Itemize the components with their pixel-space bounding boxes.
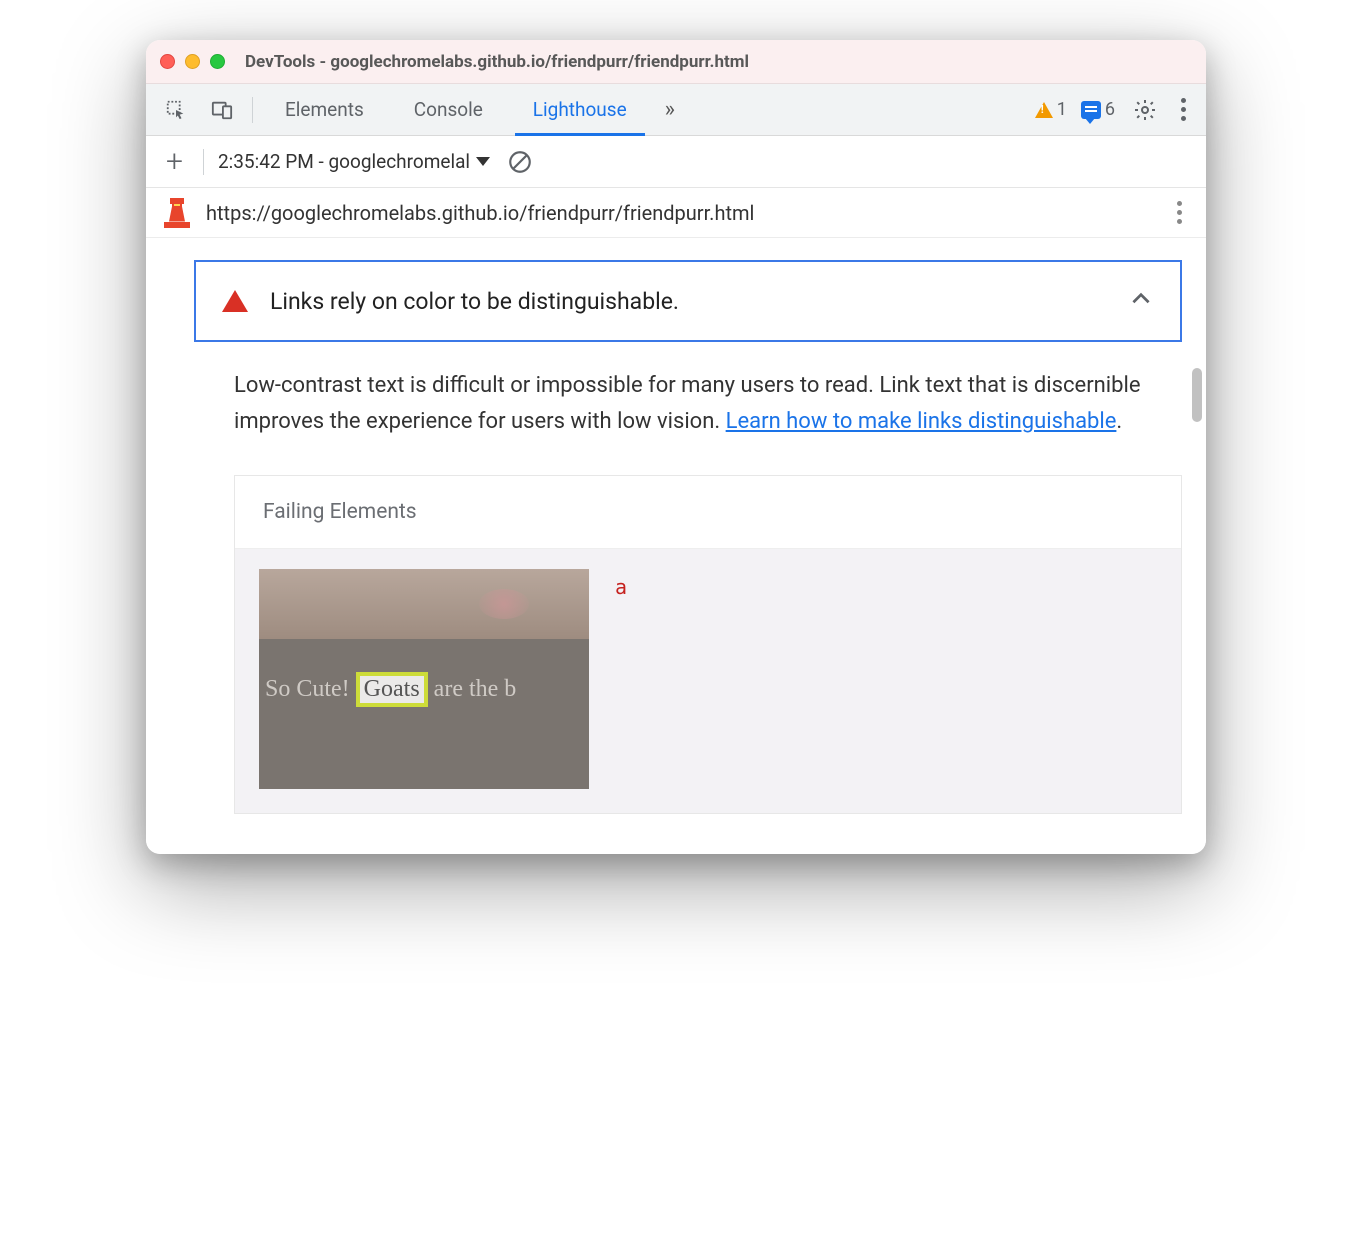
report-label: 2:35:42 PM - googlechromelal [218, 150, 470, 173]
window-title: DevTools - googlechromelabs.github.io/fr… [245, 52, 749, 72]
element-tag[interactable]: a [615, 569, 627, 599]
report-options-icon[interactable] [1171, 201, 1188, 224]
fail-icon [222, 290, 248, 312]
chevron-up-icon [1128, 286, 1154, 316]
thumb-text-post: are the b [434, 676, 517, 703]
chevron-down-icon [476, 157, 490, 166]
tab-console[interactable]: Console [396, 84, 501, 135]
audit-description: Low-contrast text is difficult or imposs… [194, 368, 1182, 441]
report-toolbar: + 2:35:42 PM - googlechromelal [146, 136, 1206, 188]
tabs-bar: Elements Console Lighthouse » 1 6 [146, 84, 1206, 136]
audit-desc-post: . [1116, 409, 1122, 434]
message-icon [1081, 101, 1101, 119]
page-url: https://googlechromelabs.github.io/frien… [206, 201, 1155, 225]
devtools-window: DevTools - googlechromelabs.github.io/fr… [146, 40, 1206, 854]
lighthouse-icon [164, 198, 190, 228]
clear-icon[interactable] [504, 146, 536, 178]
thumb-text-pre: So Cute! [265, 676, 350, 703]
learn-more-link[interactable]: Learn how to make links distinguishable [726, 409, 1117, 434]
minimize-button[interactable] [185, 54, 200, 69]
failing-elements-section: Failing Elements So Cute! Goats are the … [234, 475, 1182, 814]
url-bar: https://googlechromelabs.github.io/frien… [146, 188, 1206, 238]
separator [203, 149, 204, 175]
window-controls [160, 54, 225, 69]
tab-lighthouse[interactable]: Lighthouse [515, 84, 645, 135]
settings-icon[interactable] [1129, 94, 1161, 126]
maximize-button[interactable] [210, 54, 225, 69]
titlebar: DevTools - googlechromelabs.github.io/fr… [146, 40, 1206, 84]
failing-elements-body: So Cute! Goats are the b a [235, 549, 1181, 813]
new-report-button[interactable]: + [160, 144, 189, 179]
status-badges: 1 6 [1035, 99, 1115, 120]
warning-icon [1035, 102, 1053, 118]
warning-count: 1 [1057, 99, 1067, 120]
audit-title: Links rely on color to be distinguishabl… [270, 288, 1106, 315]
message-count: 6 [1105, 99, 1115, 120]
report-dropdown[interactable]: 2:35:42 PM - googlechromelal [218, 150, 490, 173]
warnings-badge[interactable]: 1 [1035, 99, 1067, 120]
inspect-icon[interactable] [160, 94, 192, 126]
audit-header[interactable]: Links rely on color to be distinguishabl… [194, 260, 1182, 342]
scrollbar-thumb[interactable] [1192, 368, 1202, 422]
tab-elements[interactable]: Elements [267, 84, 382, 135]
element-screenshot[interactable]: So Cute! Goats are the b [259, 569, 589, 789]
device-toolbar-icon[interactable] [206, 94, 238, 126]
more-options-icon[interactable] [1175, 98, 1192, 121]
close-button[interactable] [160, 54, 175, 69]
messages-badge[interactable]: 6 [1081, 99, 1115, 120]
failing-elements-header: Failing Elements [235, 476, 1181, 549]
thumb-highlight: Goats [356, 672, 428, 707]
separator [252, 97, 253, 123]
more-tabs-button[interactable]: » [659, 97, 681, 122]
report-content: Links rely on color to be distinguishabl… [146, 238, 1206, 854]
